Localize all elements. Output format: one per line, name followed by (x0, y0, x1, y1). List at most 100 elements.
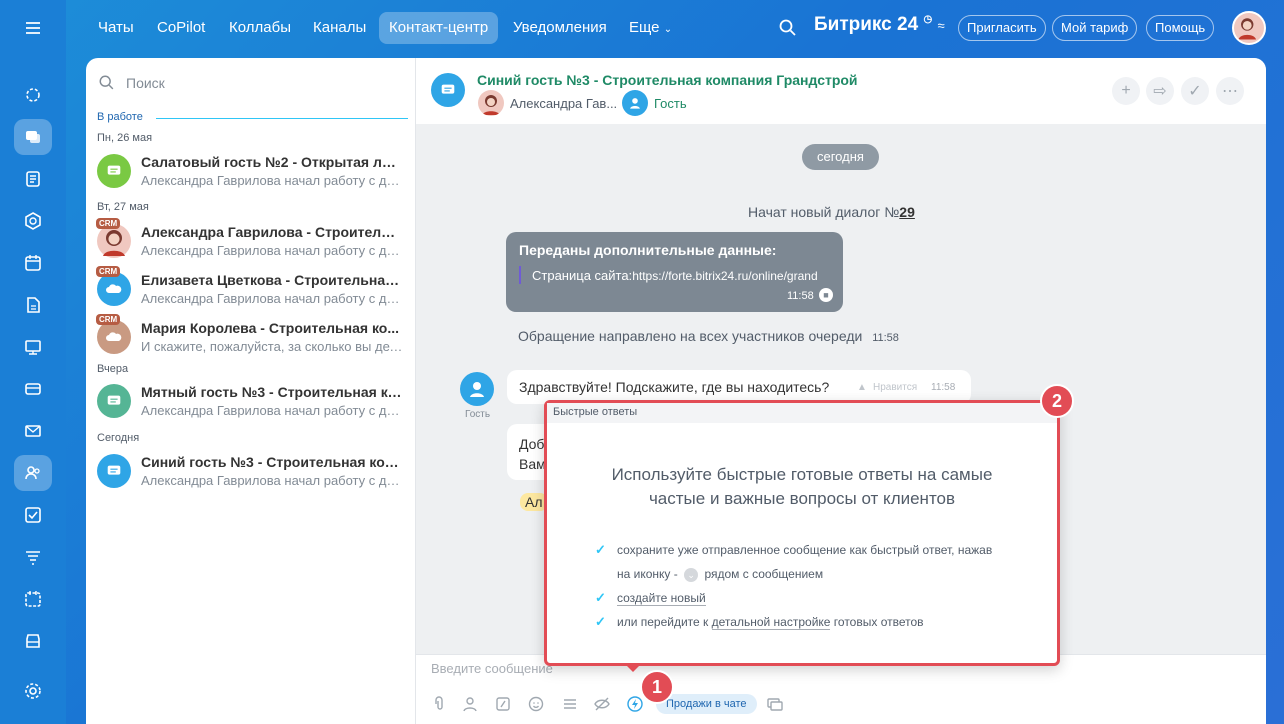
search-box[interactable]: Поиск (98, 72, 398, 96)
lock-icon: ■ (819, 288, 833, 302)
search-input[interactable]: Поиск (126, 75, 165, 91)
schedule-icon[interactable] (14, 581, 52, 617)
popup-list-item: ✓ сохраните уже отправленное сообщение к… (595, 542, 992, 582)
smile-icon[interactable] (527, 695, 545, 713)
board-icon[interactable] (14, 329, 52, 365)
create-new-link[interactable]: создайте новый (617, 591, 706, 606)
calendar-icon[interactable] (14, 245, 52, 281)
like-label[interactable]: Нравится (873, 382, 917, 393)
check-circle-icon[interactable]: ✓ (1181, 77, 1209, 105)
list-item[interactable]: CRM Елизавета Цветкова - Строительная ..… (86, 266, 416, 314)
list-item[interactable]: Синий гость №3 - Строительная ком... Але… (86, 448, 416, 496)
settings-icon[interactable] (14, 673, 52, 709)
search-icon (99, 75, 114, 90)
chat-avatar (97, 454, 131, 488)
data-title: Переданы дополнительные данные: (519, 242, 777, 258)
list-item[interactable]: CRM Мария Королева - Строительная ко... … (86, 314, 416, 362)
message-time: 11:58 (931, 382, 956, 393)
chat-subtitle: Александра Гаврилова начал работу с ди..… (141, 243, 403, 258)
step-marker-1: 1 (640, 670, 674, 704)
chat-title[interactable]: Синий гость №3 - Строительная компания Г… (477, 72, 858, 88)
help-button[interactable]: Помощь (1146, 15, 1215, 41)
tariff-button[interactable]: Мой тариф (1052, 15, 1138, 41)
store-icon[interactable] (14, 623, 52, 659)
popup-item-text-2: на иконку - ⌄ рядом с сообщением (617, 567, 992, 582)
command-icon[interactable] (494, 695, 512, 713)
tab-channels[interactable]: Каналы (303, 12, 376, 44)
message-icon (107, 465, 121, 475)
message-input[interactable]: Введите сообщение (431, 661, 553, 676)
message-bubble[interactable]: Здравствуйте! Подскажите, где вы находит… (507, 370, 971, 404)
section-in-work: В работе (97, 111, 143, 123)
sales-in-chat-button[interactable]: Продажи в чате (656, 694, 757, 714)
filter-icon[interactable] (14, 539, 52, 575)
person-icon[interactable] (461, 695, 479, 713)
popup-title-line: частые и важные вопросы от клиентов (648, 489, 956, 508)
date-pill: сегодня (802, 144, 879, 170)
tab-chats[interactable]: Чаты (88, 12, 144, 44)
chats-icon[interactable] (14, 119, 52, 155)
check-icon: ✓ (595, 542, 606, 557)
operator-name[interactable]: Александра Гав... (510, 96, 617, 111)
panel-icon[interactable] (766, 695, 784, 713)
data-line: Страница сайта:https://forte.bitrix24.ru… (532, 268, 818, 283)
guest-name[interactable]: Гость (654, 96, 687, 111)
popup-list: ✓ сохраните уже отправленное сообщение к… (595, 542, 992, 639)
forward-icon[interactable]: ⇨ (1146, 77, 1174, 105)
tab-notifications[interactable]: Уведомления (503, 12, 617, 44)
chat-title: Александра Гаврилова - Строительн... (141, 224, 403, 240)
new-dialog-notice: Начат новый диалог №29 (748, 204, 915, 220)
crm-badge: CRM (96, 218, 121, 229)
popup-list-item: ✓ или перейдите к детальной настройке го… (595, 614, 992, 630)
crm-badge: CRM (96, 314, 121, 325)
list-item[interactable]: Салатовый гость №2 - Открытая лин... Але… (86, 148, 416, 196)
search-icon[interactable] (778, 18, 798, 38)
invite-button[interactable]: Пригласить (958, 15, 1046, 41)
mail-icon[interactable] (14, 413, 52, 449)
list-item[interactable]: CRM Александра Гаврилова - Строительн...… (86, 218, 416, 266)
add-icon[interactable]: + (1112, 77, 1140, 105)
data-time: 11:58 (787, 290, 814, 302)
copilot-icon[interactable] (14, 77, 52, 113)
brand-number: 24 (897, 14, 919, 35)
tab-contact-center[interactable]: Контакт-центр (379, 12, 499, 44)
chat-title: Синий гость №3 - Строительная ком... (141, 454, 403, 470)
chat-title: Мария Королева - Строительная ко... (141, 320, 399, 336)
check-icon: ✓ (595, 590, 606, 605)
feed-icon[interactable] (14, 161, 52, 197)
contacts-icon[interactable] (14, 455, 52, 491)
section-divider (156, 118, 408, 119)
hexagon-icon[interactable] (14, 203, 52, 239)
date-label: Вт, 27 мая (97, 201, 149, 213)
message-icon (441, 84, 455, 94)
tab-collabs[interactable]: Коллабы (219, 12, 301, 44)
cloud-icon (106, 284, 122, 293)
menu-icon[interactable] (14, 10, 52, 46)
like-icon[interactable]: ▲ (857, 382, 867, 393)
chat-avatar (97, 224, 131, 258)
card-icon[interactable] (14, 371, 52, 407)
template-icon[interactable] (561, 695, 579, 713)
queue-time: 11:58 (872, 332, 899, 344)
chat-title: Елизавета Цветкова - Строительная ... (141, 272, 403, 288)
data-line-url[interactable]: https://forte.bitrix24.ru/online/grand (632, 269, 817, 283)
tab-more[interactable]: Еще ⌄ (619, 12, 682, 44)
queue-notice: Обращение направлено на всех участников … (518, 328, 899, 344)
tasks-icon[interactable] (14, 497, 52, 533)
check-icon: ✓ (595, 614, 606, 629)
sliders-icon[interactable]: ≈ (937, 18, 944, 33)
detailed-settings-link[interactable]: детальной настройке (711, 615, 831, 630)
guest-avatar[interactable] (460, 372, 494, 406)
tab-copilot[interactable]: CoPilot (147, 12, 215, 44)
avatar[interactable] (1232, 11, 1266, 45)
chat-subtitle: Александра Гаврилова начал работу с ди..… (141, 291, 403, 306)
quick-answers-icon[interactable] (626, 695, 644, 713)
documents-icon[interactable] (14, 287, 52, 323)
date-label: Пн, 26 мая (97, 132, 153, 144)
chat-title: Мятный гость №3 - Строительная ко... (141, 384, 403, 400)
list-item[interactable]: Мятный гость №3 - Строительная ко... Але… (86, 378, 416, 426)
dialog-number-link[interactable]: 29 (899, 204, 915, 220)
more-icon[interactable]: ⋯ (1216, 77, 1244, 105)
attach-icon[interactable] (430, 695, 448, 713)
hide-icon[interactable] (593, 695, 611, 713)
